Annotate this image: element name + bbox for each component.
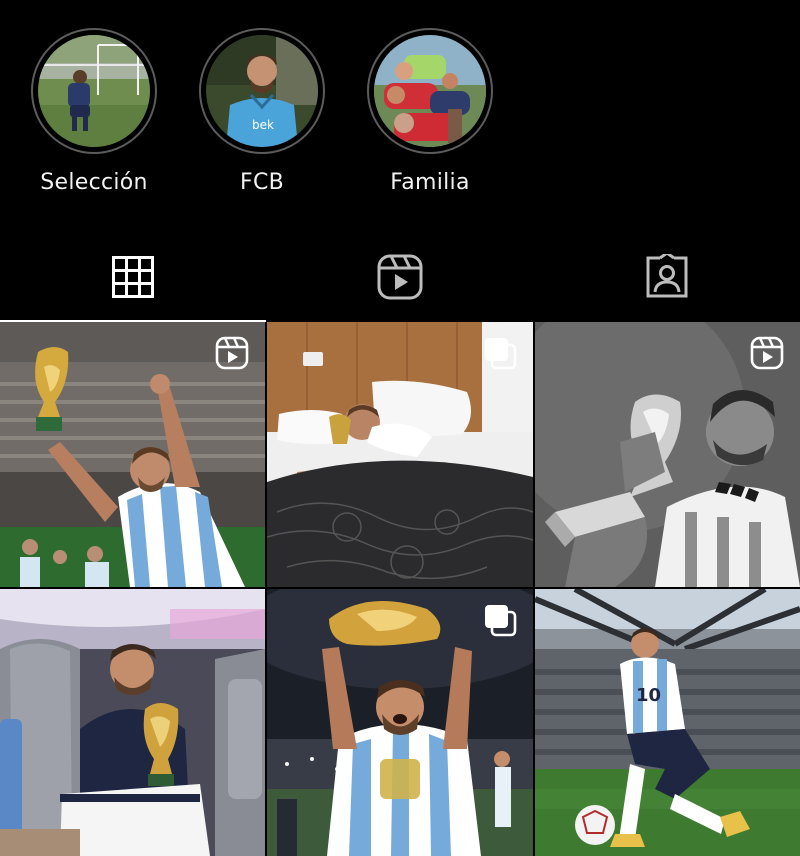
post-tile[interactable] [267, 589, 533, 856]
post-tile[interactable] [0, 589, 265, 856]
post-image: 10 [535, 589, 800, 856]
highlight-thumbnail: bek [206, 35, 318, 147]
highlight-ring [367, 28, 493, 154]
highlight-seleccion[interactable]: Selección [24, 28, 164, 195]
story-highlights: Selección bek FCB Familia [0, 0, 800, 230]
highlight-label: Familia [390, 170, 470, 195]
posts-grid: 10 [0, 322, 800, 856]
highlight-fcb[interactable]: bek FCB [192, 28, 332, 195]
highlight-familia[interactable]: Familia [360, 28, 500, 195]
highlight-ring: bek [199, 28, 325, 154]
post-tile[interactable] [267, 322, 533, 587]
highlight-thumbnail [374, 35, 486, 147]
post-tile[interactable] [0, 322, 265, 587]
tab-reels[interactable] [267, 236, 533, 322]
grid-icon [112, 256, 154, 298]
carousel-icon [485, 338, 517, 370]
profile-tabs [0, 236, 800, 322]
post-image [0, 589, 265, 856]
tab-tagged[interactable] [534, 236, 800, 322]
tab-posts[interactable] [0, 236, 266, 322]
highlight-thumbnail [38, 35, 150, 147]
reels-icon [750, 336, 784, 370]
reels-icon [377, 254, 423, 300]
carousel-icon [485, 605, 517, 637]
reels-icon [215, 336, 249, 370]
post-tile[interactable]: 10 [535, 589, 800, 856]
highlight-label: FCB [239, 170, 284, 195]
svg-text:10: 10 [636, 685, 661, 706]
post-tile[interactable] [535, 322, 800, 587]
tagged-person-icon [646, 254, 688, 298]
highlight-ring [31, 28, 157, 154]
highlight-label: Selección [40, 170, 148, 195]
svg-text:bek: bek [252, 118, 274, 132]
